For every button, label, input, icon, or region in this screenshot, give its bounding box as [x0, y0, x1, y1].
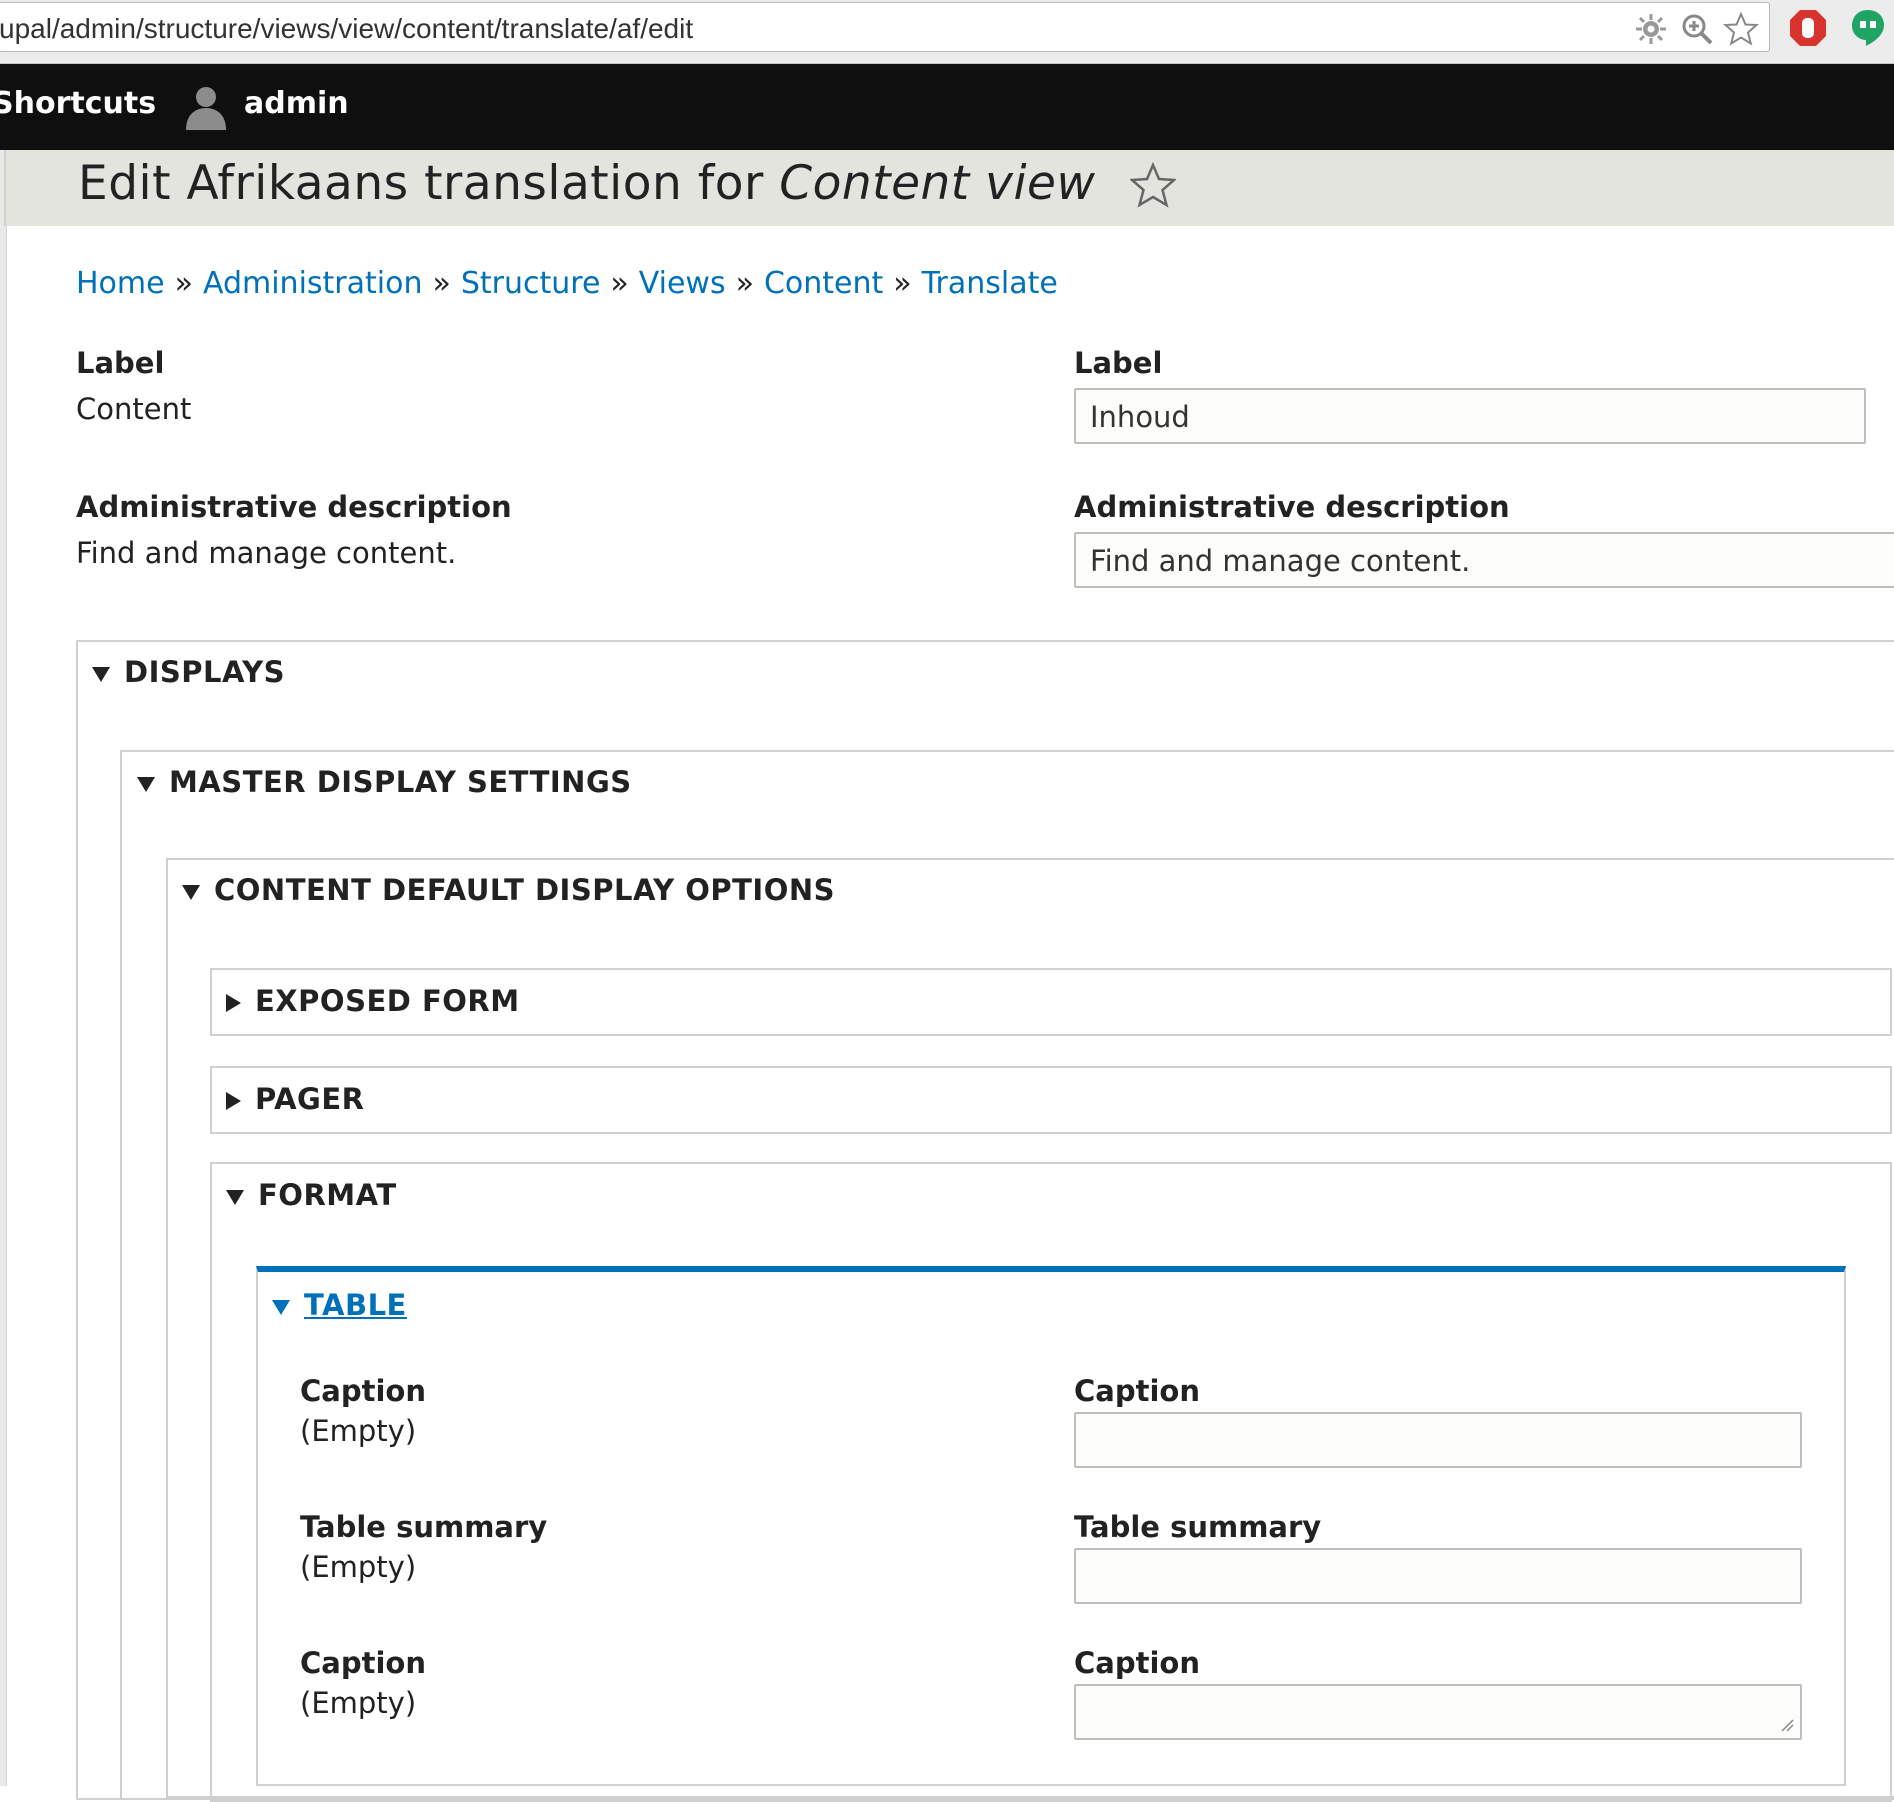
resize-handle-icon[interactable] [1780, 1718, 1794, 1732]
breadcrumb: Home » Administration » Structure » Views » Cont… [76, 266, 1058, 301]
expanded-arrow-icon [272, 1299, 290, 1315]
source-caption-value: (Empty) [300, 1414, 417, 1448]
source-description-value: Find and manage content. [76, 536, 457, 570]
summary-translation-input[interactable] [1074, 1548, 1802, 1604]
page-title-bar: Edit Afrikaans translation for Content v… [4, 150, 1894, 226]
breadcrumb-separator: » [432, 266, 451, 301]
settings-gear-icon[interactable] [1633, 11, 1669, 47]
expanded-arrow-icon [137, 776, 155, 792]
address-field[interactable]: upal/admin/structure/views/view/content/… [0, 2, 1770, 52]
toolbar-shortcuts[interactable]: Shortcuts [0, 86, 156, 121]
table-toggle[interactable]: TABLE [272, 1288, 407, 1322]
breadcrumb-home[interactable]: Home [76, 266, 165, 301]
master-display-title: MASTER DISPLAY SETTINGS [169, 765, 632, 799]
url-text: upal/admin/structure/views/view/content/… [0, 13, 694, 44]
admin-toolbar: Shortcuts admin [0, 64, 1894, 150]
source-label-heading: Label [76, 346, 165, 380]
source-summary-value: (Empty) [300, 1550, 417, 1584]
expanded-arrow-icon [182, 884, 200, 900]
breadcrumb-separator: » [610, 266, 629, 301]
breadcrumb-translate[interactable]: Translate [922, 266, 1058, 301]
target-summary-heading: Table summary [1074, 1510, 1322, 1544]
breadcrumb-separator: » [735, 266, 754, 301]
table-title-link[interactable]: TABLE [304, 1288, 407, 1322]
exposed-form-toggle[interactable]: EXPOSED FORM [226, 984, 520, 1018]
adblock-icon[interactable] [1788, 8, 1828, 48]
user-icon [186, 87, 226, 130]
breadcrumb-structure[interactable]: Structure [461, 266, 601, 301]
toolbar-user[interactable]: admin [244, 86, 349, 121]
collapsed-arrow-icon [226, 1092, 241, 1110]
exposed-form-title: EXPOSED FORM [255, 984, 520, 1018]
browser-url-bar: upal/admin/structure/views/view/content/… [0, 0, 1894, 64]
description-translation-input[interactable]: Find and manage content. [1074, 532, 1894, 588]
breadcrumb-administration[interactable]: Administration [203, 266, 423, 301]
expanded-arrow-icon [92, 666, 110, 682]
target-caption-2-heading: Caption [1074, 1646, 1200, 1680]
label-translation-input[interactable]: Inhoud [1074, 388, 1866, 444]
page-title: Edit Afrikaans translation for Content v… [78, 156, 1095, 211]
source-caption-heading: Caption [300, 1374, 426, 1408]
collapsed-arrow-icon [226, 994, 241, 1012]
breadcrumb-separator: » [893, 266, 912, 301]
title-emphasis: Content view [779, 156, 1096, 211]
target-label-heading: Label [1074, 346, 1163, 380]
source-label-value: Content [76, 392, 192, 426]
pager-title: PAGER [255, 1082, 365, 1116]
displays-toggle[interactable]: DISPLAYS [92, 655, 285, 689]
caption-2-translation-textarea[interactable] [1074, 1684, 1802, 1740]
content-default-title: CONTENT DEFAULT DISPLAY OPTIONS [214, 873, 836, 907]
breadcrumb-views[interactable]: Views [639, 266, 726, 301]
breadcrumb-content[interactable]: Content [764, 266, 883, 301]
caption-translation-input[interactable] [1074, 1412, 1802, 1468]
source-summary-heading: Table summary [300, 1510, 548, 1544]
title-prefix: Edit Afrikaans translation for [78, 156, 780, 211]
page-left-edge [0, 150, 7, 1786]
bookmark-star-icon[interactable] [1723, 11, 1759, 47]
target-description-heading: Administrative description [1074, 490, 1510, 524]
shortcut-star-icon[interactable] [1130, 162, 1176, 208]
format-toggle[interactable]: FORMAT [226, 1178, 397, 1212]
source-caption-2-value: (Empty) [300, 1686, 417, 1720]
displays-title: DISPLAYS [124, 655, 286, 689]
format-title: FORMAT [258, 1178, 397, 1212]
content-default-toggle[interactable]: CONTENT DEFAULT DISPLAY OPTIONS [182, 873, 835, 907]
expanded-arrow-icon [226, 1189, 244, 1205]
pager-toggle[interactable]: PAGER [226, 1082, 364, 1116]
zoom-icon[interactable] [1679, 11, 1715, 47]
source-description-heading: Administrative description [76, 490, 512, 524]
target-caption-heading: Caption [1074, 1374, 1200, 1408]
master-display-toggle[interactable]: MASTER DISPLAY SETTINGS [137, 765, 632, 799]
source-caption-2-heading: Caption [300, 1646, 426, 1680]
hangouts-icon[interactable] [1848, 8, 1888, 48]
breadcrumb-separator: » [174, 266, 193, 301]
pager-fieldset [210, 1066, 1892, 1134]
